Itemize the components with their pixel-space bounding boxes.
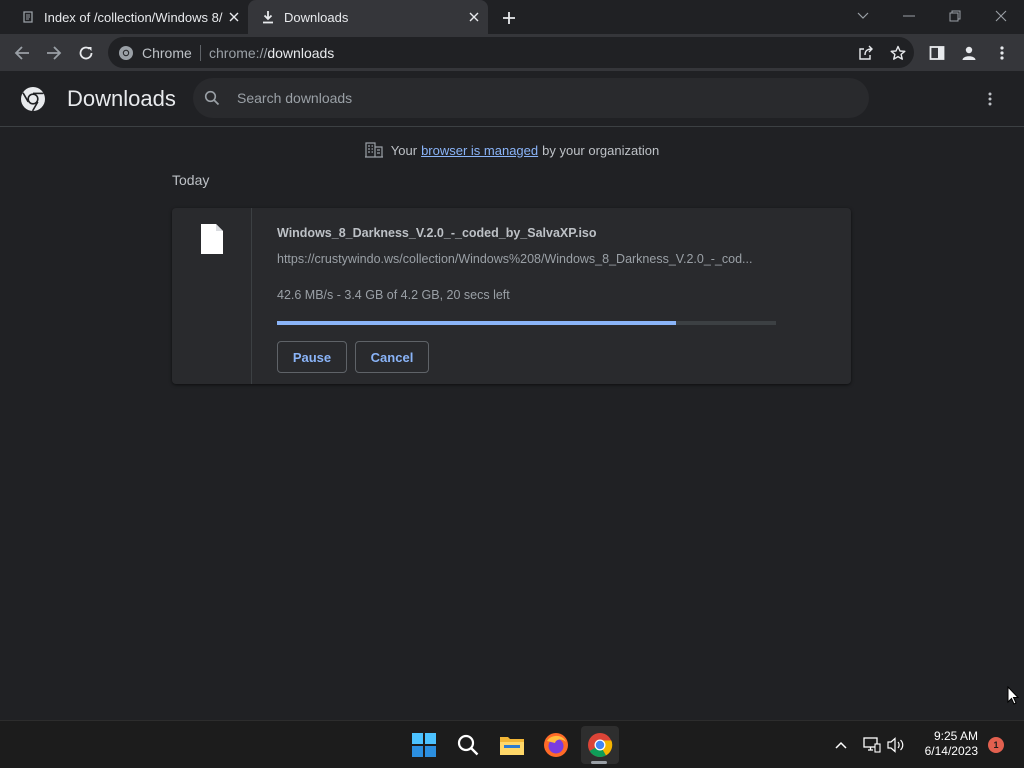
chrome-logo-icon — [20, 86, 46, 117]
notification-badge[interactable]: 1 — [988, 737, 1004, 753]
side-panel-icon[interactable] — [925, 41, 949, 65]
close-tab-icon[interactable] — [226, 9, 242, 25]
chrome-site-icon — [118, 45, 134, 66]
downloads-header: Downloads — [0, 71, 1024, 127]
browser-managed-link[interactable]: browser is managed — [421, 143, 538, 158]
taskbar: 9:25 AM 6/14/2023 — [0, 720, 1024, 768]
tab-title: Index of /collection/Windows 8/ — [44, 9, 223, 25]
building-icon — [364, 142, 383, 158]
forward-icon[interactable] — [42, 41, 66, 65]
omnibox-chip-label: Chrome — [142, 45, 192, 61]
download-url[interactable]: https://crustywindo.ws/collection/Window… — [277, 252, 777, 266]
search-input[interactable] — [237, 88, 837, 108]
back-icon[interactable] — [10, 41, 34, 65]
cancel-button[interactable]: Cancel — [355, 341, 429, 373]
download-status: 42.6 MB/s - 3.4 GB of 4.2 GB, 20 secs le… — [277, 288, 510, 302]
minimize-icon[interactable] — [897, 5, 921, 27]
system-clock[interactable]: 9:25 AM 6/14/2023 — [916, 729, 978, 759]
pause-button[interactable]: Pause — [277, 341, 347, 373]
tab-search-icon[interactable] — [851, 5, 875, 27]
reload-icon[interactable] — [74, 41, 98, 65]
page-favicon-icon — [20, 9, 36, 25]
clock-date: 6/14/2023 — [924, 744, 978, 758]
restore-icon[interactable] — [943, 5, 967, 27]
new-tab-button[interactable] — [498, 7, 520, 29]
download-progress-bar — [277, 321, 776, 325]
windows-start-icon[interactable] — [405, 726, 443, 764]
tab-strip: Index of /collection/Windows 8/ Download… — [0, 0, 1024, 34]
page-title: Downloads — [67, 86, 176, 111]
clock-time: 9:25 AM — [933, 729, 978, 743]
show-hidden-icons-icon[interactable] — [831, 735, 851, 755]
date-section-header: Today — [172, 172, 210, 188]
tab-index-collection[interactable]: Index of /collection/Windows 8/ — [0, 0, 248, 34]
omnibox[interactable]: Chrome chrome://downloads — [108, 37, 914, 68]
volume-icon[interactable] — [886, 735, 906, 755]
search-box[interactable] — [193, 78, 869, 118]
search-icon[interactable] — [449, 726, 487, 764]
close-window-icon[interactable] — [989, 5, 1013, 27]
download-icon — [260, 9, 276, 25]
browser-toolbar: Chrome chrome://downloads — [0, 34, 1024, 71]
close-tab-icon[interactable] — [466, 9, 482, 25]
download-progress-fill — [277, 321, 677, 325]
url-host: downloads — [267, 45, 335, 61]
tab-title: Downloads — [284, 9, 349, 25]
file-explorer-icon[interactable] — [493, 726, 531, 764]
search-icon — [204, 90, 220, 111]
active-app-indicator — [591, 761, 607, 764]
profile-icon[interactable] — [957, 41, 981, 65]
more-actions-icon[interactable] — [980, 89, 1000, 109]
managed-notice: Your browser is managed by your organiza… — [0, 140, 1024, 160]
chrome-menu-icon[interactable] — [990, 41, 1014, 65]
file-icon-column — [172, 208, 252, 384]
file-icon — [201, 224, 223, 259]
chrome-icon[interactable] — [581, 726, 619, 764]
share-icon[interactable] — [856, 43, 876, 63]
download-item: Windows_8_Darkness_V.2.0_-_coded_by_Salv… — [172, 208, 851, 384]
download-filename[interactable]: Windows_8_Darkness_V.2.0_-_coded_by_Salv… — [277, 226, 597, 240]
managed-prefix: Your — [390, 142, 418, 158]
tab-downloads[interactable]: Downloads — [248, 0, 488, 34]
bookmark-star-icon[interactable] — [888, 43, 908, 63]
mouse-cursor-icon — [1007, 685, 1020, 710]
network-icon[interactable] — [862, 735, 882, 755]
omnibox-separator — [200, 45, 201, 61]
url-scheme: chrome:// — [209, 45, 268, 61]
managed-suffix: by your organization — [542, 142, 660, 158]
omnibox-url[interactable]: chrome://downloads — [209, 45, 334, 61]
firefox-icon[interactable] — [537, 726, 575, 764]
